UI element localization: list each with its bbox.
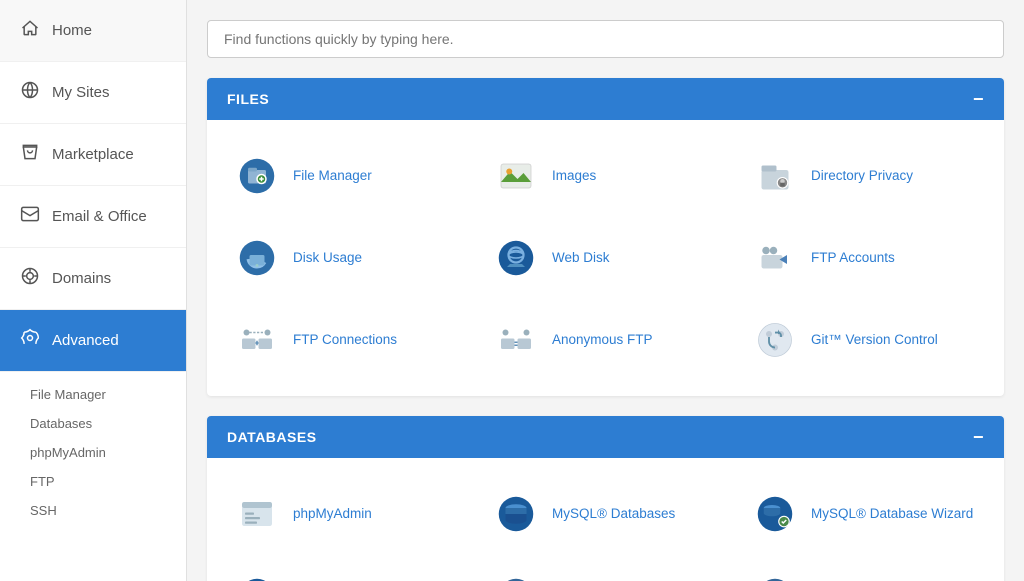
tile-label-web-disk: Web Disk [552, 249, 610, 267]
sidebar-item-label-marketplace: Marketplace [52, 146, 134, 163]
mysql-databases-icon [492, 490, 540, 538]
sidebar-subitem-phpmyadmin[interactable]: phpMyAdmin [0, 438, 186, 467]
sidebar-item-label-email-office: Email & Office [52, 208, 147, 225]
sidebar-item-my-sites[interactable]: My Sites [0, 62, 186, 124]
sidebar-subitem-ftp[interactable]: FTP [0, 467, 186, 496]
tile-postgresql-database-wizard[interactable]: PostgreSQL Database Wizard [735, 560, 994, 581]
tile-label-disk-usage: Disk Usage [293, 249, 362, 267]
phpmyadmin-icon [233, 490, 281, 538]
sidebar-item-label-my-sites: My Sites [52, 84, 110, 101]
tile-label-file-manager: File Manager [293, 167, 372, 185]
postgresql-databases-icon [492, 572, 540, 581]
tile-remote-mysql[interactable]: Remote MySQL® [217, 560, 476, 581]
sidebar-subitem-ssh[interactable]: SSH [0, 496, 186, 525]
tile-ftp-accounts[interactable]: FTP Accounts [735, 222, 994, 294]
tile-label-mysql-databases: MySQL® Databases [552, 505, 675, 523]
ftp-connections-icon [233, 316, 281, 364]
tile-mysql-databases[interactable]: MySQL® Databases [476, 478, 735, 550]
section-files: FILES − File Manager Images Directory Pri… [207, 78, 1004, 396]
tile-disk-usage[interactable]: Disk Usage [217, 222, 476, 294]
section-header-databases: DATABASES − [207, 416, 1004, 458]
web-disk-icon [492, 234, 540, 282]
collapse-button-databases[interactable]: − [973, 428, 984, 446]
remote-mysql-icon [233, 572, 281, 581]
section-databases: DATABASES − phpMyAdmin MySQL® Databases M… [207, 416, 1004, 581]
section-body-databases: phpMyAdmin MySQL® Databases MySQL® Datab… [207, 458, 1004, 581]
sidebar-subitem-databases[interactable]: Databases [0, 409, 186, 438]
tile-git-version-control[interactable]: Git™ Version Control [735, 304, 994, 376]
sidebar: Home My Sites Marketplace Email & Office Dom… [0, 0, 187, 581]
tile-label-git-version-control: Git™ Version Control [811, 331, 938, 349]
section-body-files: File Manager Images Directory Privacy Di… [207, 120, 1004, 396]
sidebar-item-email-office[interactable]: Email & Office [0, 186, 186, 248]
mysql-database-wizard-icon [751, 490, 799, 538]
home-icon [20, 18, 40, 43]
ftp-accounts-icon [751, 234, 799, 282]
anonymous-ftp-icon [492, 316, 540, 364]
sidebar-item-domains[interactable]: Domains [0, 248, 186, 310]
sidebar-item-advanced[interactable]: Advanced [0, 310, 186, 372]
sidebar-item-marketplace[interactable]: Marketplace [0, 124, 186, 186]
tile-web-disk[interactable]: Web Disk [476, 222, 735, 294]
tile-anonymous-ftp[interactable]: Anonymous FTP [476, 304, 735, 376]
my-sites-icon [20, 80, 40, 105]
section-title-files: FILES [227, 91, 269, 107]
sidebar-subitems: File ManagerDatabasesphpMyAdminFTPSSH [0, 372, 186, 533]
sidebar-item-home[interactable]: Home [0, 0, 186, 62]
sidebar-item-label-domains: Domains [52, 270, 111, 287]
tile-label-anonymous-ftp: Anonymous FTP [552, 331, 653, 349]
sidebar-item-label-advanced: Advanced [52, 332, 119, 349]
section-header-files: FILES − [207, 78, 1004, 120]
collapse-button-files[interactable]: − [973, 90, 984, 108]
sidebar-subitem-file-manager[interactable]: File Manager [0, 380, 186, 409]
disk-usage-icon [233, 234, 281, 282]
tile-postgresql-databases[interactable]: PostgreSQL Databases [476, 560, 735, 581]
git-version-control-icon [751, 316, 799, 364]
tile-label-ftp-accounts: FTP Accounts [811, 249, 895, 267]
marketplace-icon [20, 142, 40, 167]
domains-icon [20, 266, 40, 291]
tile-label-images: Images [552, 167, 596, 185]
directory-privacy-icon [751, 152, 799, 200]
advanced-icon [20, 328, 40, 353]
search-bar [207, 20, 1004, 58]
section-title-databases: DATABASES [227, 429, 317, 445]
tile-phpmyadmin[interactable]: phpMyAdmin [217, 478, 476, 550]
tile-mysql-database-wizard[interactable]: MySQL® Database Wizard [735, 478, 994, 550]
tile-images[interactable]: Images [476, 140, 735, 212]
tile-directory-privacy[interactable]: Directory Privacy [735, 140, 994, 212]
tile-label-directory-privacy: Directory Privacy [811, 167, 913, 185]
email-office-icon [20, 204, 40, 229]
tile-label-ftp-connections: FTP Connections [293, 331, 397, 349]
tile-label-phpmyadmin: phpMyAdmin [293, 505, 372, 523]
tile-ftp-connections[interactable]: FTP Connections [217, 304, 476, 376]
main-content: FILES − File Manager Images Directory Pri… [187, 0, 1024, 581]
images-icon [492, 152, 540, 200]
postgresql-database-wizard-icon [751, 572, 799, 581]
sidebar-item-label-home: Home [52, 22, 92, 39]
tile-label-mysql-database-wizard: MySQL® Database Wizard [811, 505, 973, 523]
search-input[interactable] [207, 20, 1004, 58]
tile-file-manager[interactable]: File Manager [217, 140, 476, 212]
file-manager-icon [233, 152, 281, 200]
